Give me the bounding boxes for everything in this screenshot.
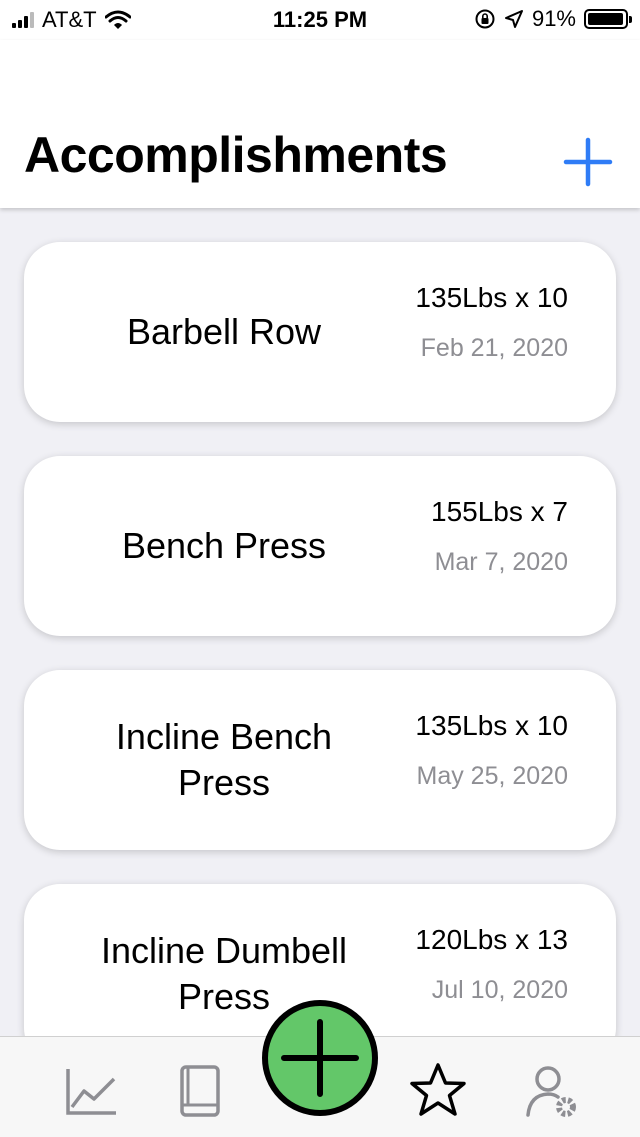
- navigation-header: Accomplishments: [0, 40, 640, 208]
- accomplishment-card[interactable]: Incline Bench Press 135Lbs x 10 May 25, …: [24, 670, 616, 850]
- status-bar: AT&T 11:25 PM 91%: [0, 0, 640, 40]
- line-chart-icon: [66, 1069, 116, 1115]
- accomplishments-list[interactable]: Barbell Row 135Lbs x 10 Feb 21, 2020 Ben…: [0, 208, 640, 1036]
- weight-reps: 155Lbs x 7: [431, 496, 568, 527]
- date-label: Jul 10, 2020: [431, 976, 568, 1004]
- page-title: Accomplishments: [24, 127, 448, 183]
- orientation-lock-icon: [475, 9, 495, 29]
- exercise-name: Bench Press: [121, 525, 327, 566]
- tab-log[interactable]: [170, 1061, 230, 1123]
- battery-percent: 91%: [531, 6, 576, 31]
- tab-progress[interactable]: [62, 1061, 122, 1123]
- star-icon: [410, 1063, 466, 1116]
- accomplishment-card[interactable]: Bench Press 155Lbs x 7 Mar 7, 2020: [24, 456, 616, 636]
- date-label: Feb 21, 2020: [420, 334, 568, 362]
- plus-icon: [563, 137, 613, 187]
- add-workout-button[interactable]: [262, 1000, 378, 1116]
- book-icon: [180, 1065, 220, 1117]
- plus-icon: [281, 1019, 359, 1097]
- exercise-name: Barbell Row: [126, 311, 322, 352]
- battery-icon: [584, 9, 632, 29]
- weight-reps: 120Lbs x 13: [415, 924, 568, 955]
- accomplishment-card[interactable]: Barbell Row 135Lbs x 10 Feb 21, 2020: [24, 242, 616, 422]
- user-settings-icon: [526, 1066, 576, 1117]
- weight-reps: 135Lbs x 10: [415, 282, 568, 313]
- tab-accomplishments[interactable]: [408, 1061, 468, 1123]
- date-label: May 25, 2020: [416, 762, 569, 790]
- add-accomplishment-button[interactable]: [562, 136, 614, 188]
- status-right: 91%: [474, 6, 632, 32]
- weight-reps: 135Lbs x 10: [415, 710, 568, 741]
- date-label: Mar 7, 2020: [434, 548, 568, 576]
- tab-profile-settings[interactable]: [522, 1061, 582, 1123]
- exercise-name: Incline Bench Press: [115, 716, 333, 803]
- location-icon: [504, 10, 523, 28]
